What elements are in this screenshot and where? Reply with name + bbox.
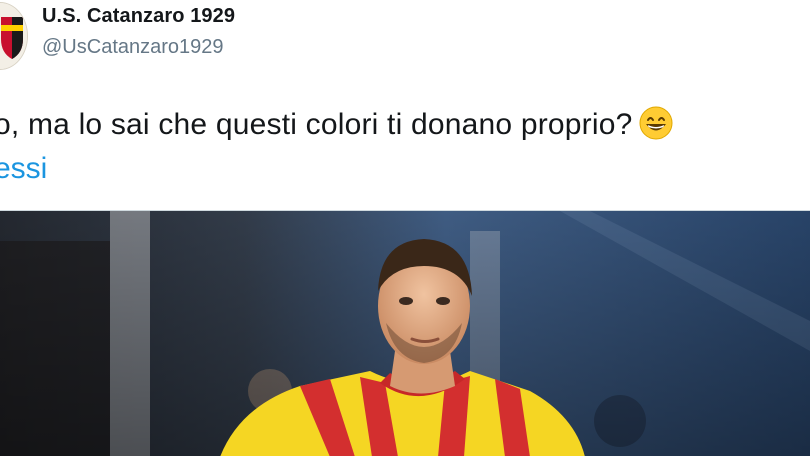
tweet-text: o, ma lo sai che questi colori ti donano… — [0, 106, 673, 148]
tweet-card: U.S. Catanzaro 1929 @UsCatanzaro1929 o, … — [0, 0, 810, 456]
club-crest-icon — [0, 3, 27, 69]
author-handle[interactable]: @UsCatanzaro1929 — [42, 36, 224, 59]
player-photo — [0, 211, 810, 456]
author-avatar[interactable] — [0, 2, 28, 70]
mention-link[interactable]: essi — [0, 152, 47, 186]
author-name[interactable]: U.S. Catanzaro 1929 — [42, 5, 235, 28]
grinning-face-emoji-icon — [639, 106, 673, 148]
tweet-photo[interactable] — [0, 210, 810, 456]
tweet-text-content: o, ma lo sai che questi colori ti donano… — [0, 108, 633, 141]
